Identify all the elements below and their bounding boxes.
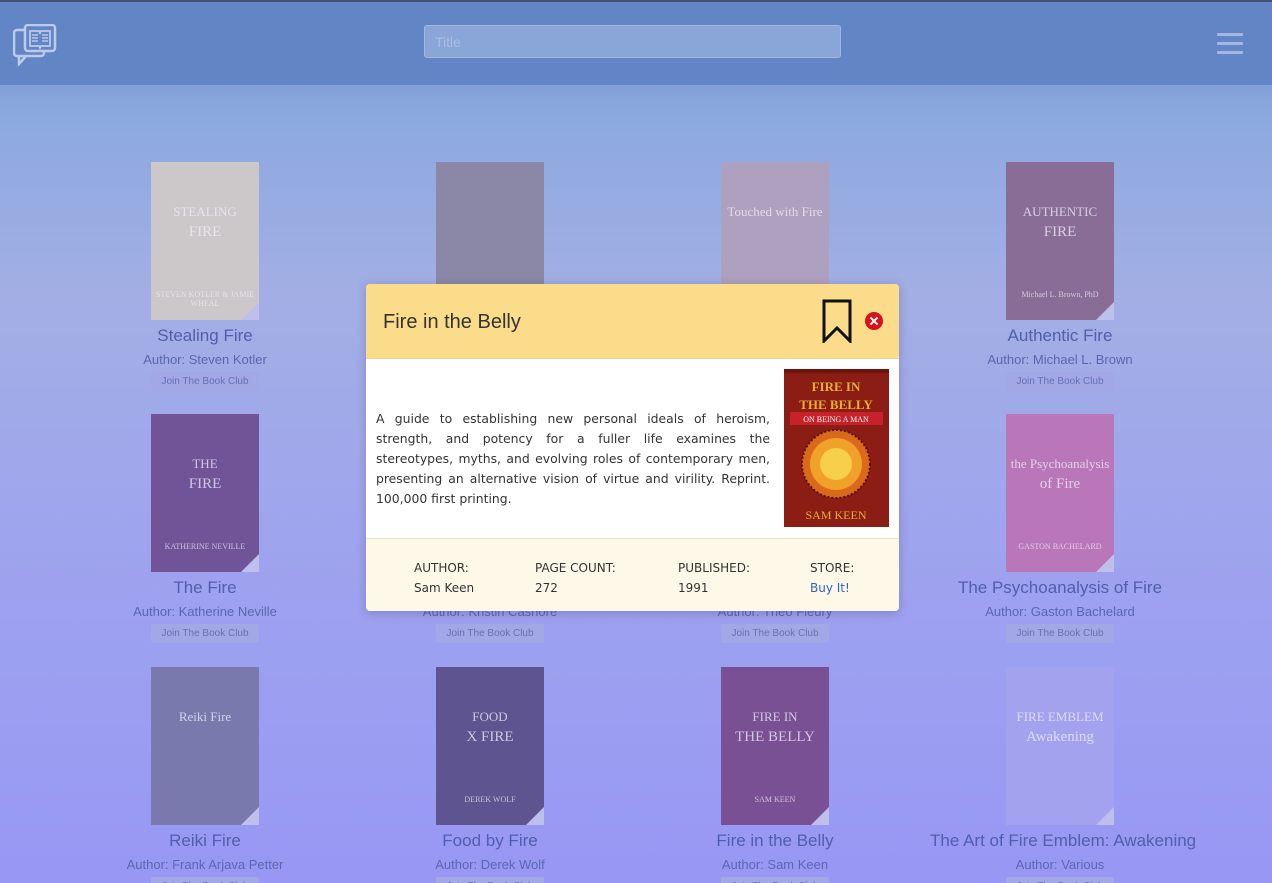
book-description: A guide to establishing new personal ide… (376, 411, 770, 506)
close-icon[interactable] (865, 312, 883, 330)
author-label: AUTHOR: (414, 561, 469, 575)
store-label: STORE: (810, 561, 855, 575)
cover-title: FIRE IN (812, 379, 861, 394)
modal-title: Fire in the Belly (383, 311, 521, 333)
store-meta: STORE: Buy It! (810, 559, 854, 599)
cover-subtitle: ON BEING A MAN (803, 415, 869, 424)
author-value: Sam Keen (414, 581, 475, 595)
book-detail-modal: Fire in the Belly A guide to establishin… (366, 284, 899, 611)
modal-body: A guide to establishing new personal ide… (366, 359, 899, 538)
bookmark-icon[interactable] (822, 299, 852, 343)
published-value: 1991 (678, 581, 709, 595)
page-count-meta: PAGE COUNT: 272 (535, 559, 616, 599)
page-count-value: 272 (535, 581, 558, 595)
buy-it-link[interactable]: Buy It! (810, 581, 850, 595)
cover-title-2: THE BELLY (799, 397, 873, 412)
page-count-label: PAGE COUNT: (535, 561, 616, 575)
modal-header: Fire in the Belly (366, 284, 899, 359)
published-meta: PUBLISHED: 1991 (678, 559, 750, 599)
modal-footer: AUTHOR: Sam Keen PAGE COUNT: 272 PUBLISH… (366, 538, 899, 611)
author-meta: AUTHOR: Sam Keen (414, 559, 474, 599)
book-cover-image: FIRE IN THE BELLY ON BEING A MAN SAM KEE… (784, 369, 889, 527)
published-label: PUBLISHED: (678, 561, 750, 575)
cover-author: SAM KEEN (805, 508, 866, 522)
